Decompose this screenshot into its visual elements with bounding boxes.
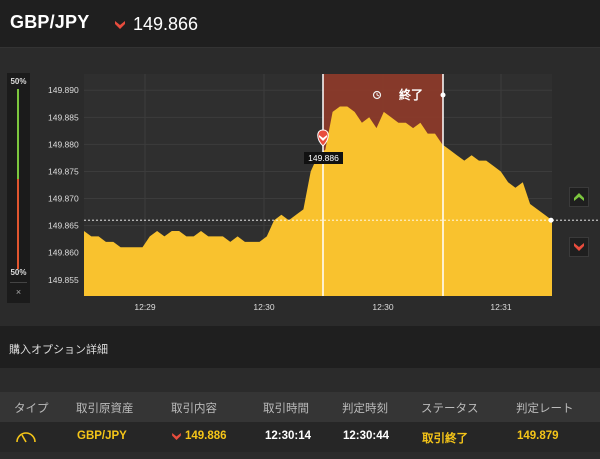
expiry-marker-dot [440, 92, 446, 98]
x-tick-label: 12:30 [253, 302, 275, 312]
current-rate-value: 149.866 [133, 14, 199, 34]
header-judge-rate: 判定レート [516, 403, 574, 415]
row-trade-time: 12:30:14 [265, 430, 312, 442]
table-row[interactable]: GBP/JPY 149.886 12:30:14 12:30:44 取引終了 1… [0, 422, 600, 452]
header-judge-time: 判定時刻 [342, 403, 388, 415]
row-content-rate: 149.886 [185, 430, 227, 442]
x-tick-label: 12:29 [134, 302, 156, 312]
chart-area: 50% 50% × 149.890 149.885 149.880 149.875 14… [0, 48, 600, 326]
expiry-label: 終了 [399, 87, 423, 102]
purchase-options-section: 購入オプション詳細 [0, 326, 600, 368]
y-tick-label: 149.865 [48, 221, 79, 231]
header-status: ステータス [421, 403, 479, 415]
purchase-options-table: タイプ 取引原資産 取引内容 取引時間 判定時刻 ステータス 判定レート GBP… [0, 368, 600, 459]
header-asset: 取引原資産 [76, 403, 134, 415]
y-tick-label: 149.875 [48, 166, 79, 176]
current-rate-dot [548, 217, 554, 223]
currency-pair-title: GBP/JPY [10, 12, 90, 32]
table-header-row: タイプ 取引原資産 取引内容 取引時間 判定時刻 ステータス 判定レート [0, 392, 600, 422]
row-judge-rate: 149.879 [517, 430, 559, 442]
chevron-down-icon [574, 243, 584, 251]
y-tick-label: 149.870 [48, 194, 79, 204]
section-title: 購入オプション詳細 [9, 344, 108, 356]
entry-rate-label: 149.886 [308, 153, 339, 163]
price-chart[interactable]: 149.890 149.885 149.880 149.875 149.870 149.8… [0, 48, 600, 326]
y-tick-label: 149.885 [48, 112, 79, 122]
x-tick-label: 12:30 [372, 302, 394, 312]
row-content: 149.886 [172, 430, 227, 442]
y-tick-label: 149.890 [48, 85, 79, 95]
row-status: 取引終了 [422, 433, 468, 445]
row-judge-time: 12:30:44 [343, 430, 390, 442]
down-arrow-icon [172, 432, 181, 440]
high-button[interactable] [569, 187, 589, 207]
header-trade-time: 取引時間 [263, 403, 309, 415]
low-button[interactable] [569, 237, 589, 257]
header-type: タイプ [14, 403, 49, 415]
y-tick-label: 149.855 [48, 275, 79, 285]
down-arrow-icon [115, 20, 125, 29]
chevron-up-icon [574, 193, 584, 201]
row-asset: GBP/JPY [77, 430, 127, 442]
y-tick-label: 149.860 [48, 248, 79, 258]
x-tick-label: 12:31 [490, 302, 512, 312]
gauge-icon [15, 429, 37, 446]
y-tick-label: 149.880 [48, 139, 79, 149]
current-rate-display: 149.866 [115, 14, 198, 35]
header-bar: GBP/JPY 149.866 [0, 0, 600, 48]
header-content: 取引内容 [171, 403, 217, 415]
